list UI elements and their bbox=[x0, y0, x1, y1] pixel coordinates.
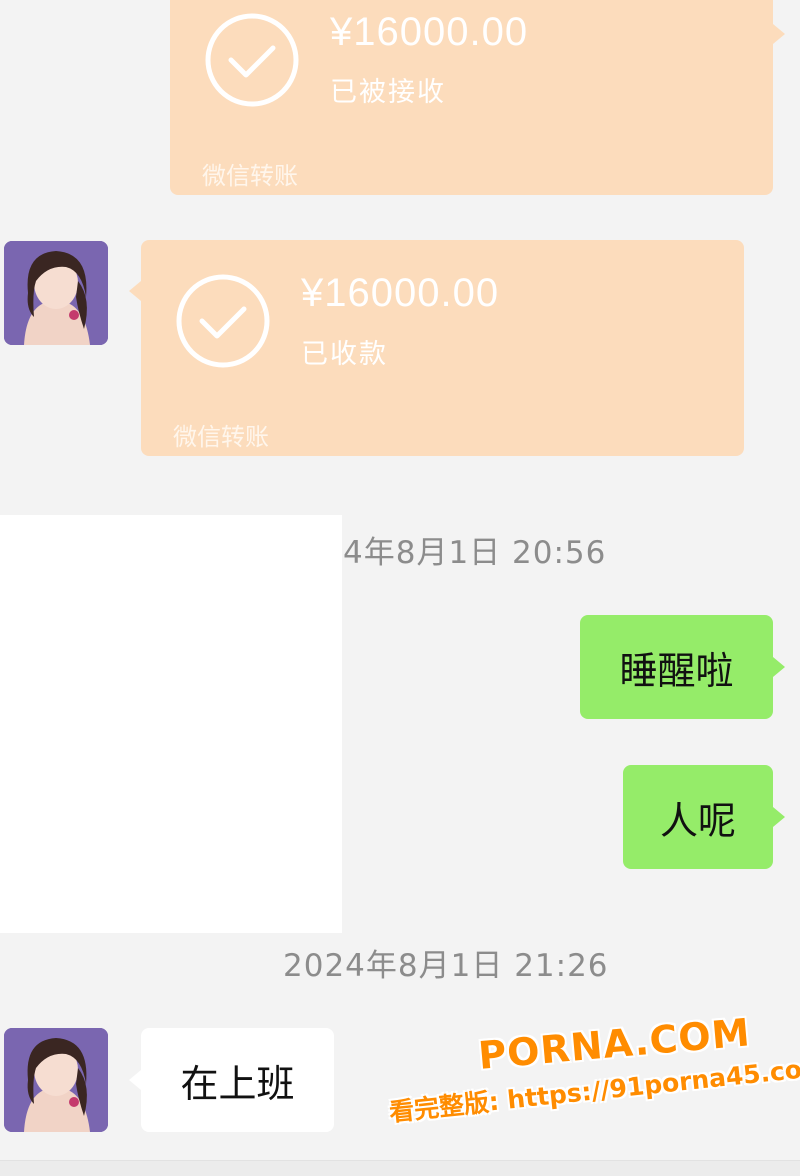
received-message-bubble[interactable]: 在上班 bbox=[141, 1028, 334, 1132]
transfer-card-accepted[interactable]: ¥16000.00 已被接收 微信转账 bbox=[170, 0, 773, 195]
avatar[interactable] bbox=[4, 241, 108, 345]
redaction-block bbox=[0, 515, 342, 933]
check-circle-icon bbox=[176, 274, 270, 368]
bubble-tail bbox=[773, 24, 785, 44]
timestamp: 4年8月1日 20:56 bbox=[343, 535, 607, 571]
avatar-image bbox=[4, 241, 108, 345]
bubble-tail bbox=[773, 657, 785, 677]
avatar-image bbox=[4, 1028, 108, 1132]
timestamp: 2024年8月1日 21:26 bbox=[283, 948, 609, 984]
bubble-tail bbox=[129, 1070, 141, 1090]
avatar[interactable] bbox=[4, 1028, 108, 1132]
transfer-footer: 微信转账 bbox=[202, 162, 298, 190]
bubble-tail bbox=[773, 807, 785, 827]
transfer-footer: 微信转账 bbox=[173, 423, 269, 451]
transfer-amount: ¥16000.00 bbox=[330, 10, 529, 54]
transfer-status: 已收款 bbox=[301, 339, 388, 370]
sent-message-bubble[interactable]: 睡醒啦 bbox=[580, 615, 773, 719]
input-bar-edge bbox=[0, 1160, 800, 1176]
transfer-amount: ¥16000.00 bbox=[301, 271, 500, 315]
check-circle-icon bbox=[205, 13, 299, 107]
transfer-status: 已被接收 bbox=[330, 77, 446, 108]
sent-message-bubble[interactable]: 人呢 bbox=[623, 765, 773, 869]
bubble-tail bbox=[129, 281, 141, 301]
transfer-card-received[interactable]: ¥16000.00 已收款 微信转账 bbox=[141, 240, 744, 456]
